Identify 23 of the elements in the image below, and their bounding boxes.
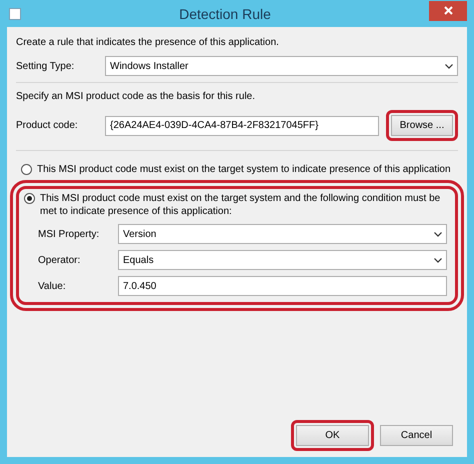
field-label: MSI Property: [38,228,100,240]
field-label: Product code: [16,120,79,131]
close-button[interactable] [429,0,467,20]
dropdown[interactable]: Equals [118,250,447,270]
cancel-button[interactable]: Cancel [380,425,453,446]
input-field[interactable]: {26A24AE4-039D-4CA4-87B4-2F83217045FF} [105,116,379,136]
radio-button[interactable] [24,193,35,204]
input-field[interactable]: 7.0.450 [118,276,447,296]
option-label[interactable]: This MSI product code must exist on the target system and the following condition must be met to indicate presence of this application: [40,192,447,218]
field-label: Value: [38,280,67,292]
option-label[interactable]: This MSI product code must exist on the target system to indicate presence of this application [37,163,451,176]
radio-button[interactable] [21,164,32,175]
dropdown[interactable]: Windows Installer [105,56,458,76]
dropdown[interactable]: Version [118,224,447,244]
hint-text: Specify an MSI product code as the basis for this rule. [16,91,256,102]
field-label: Operator: [38,254,82,266]
close-icon [444,6,452,15]
intro-text: Create a rule that indicates the presence of this application. [16,37,280,48]
window-title: Detection Rule [178,6,272,22]
field-label: Setting Type: [16,60,76,72]
ok-button[interactable]: OK [296,425,369,446]
browse-button[interactable]: Browse ... [391,115,453,136]
app-icon [9,8,21,20]
